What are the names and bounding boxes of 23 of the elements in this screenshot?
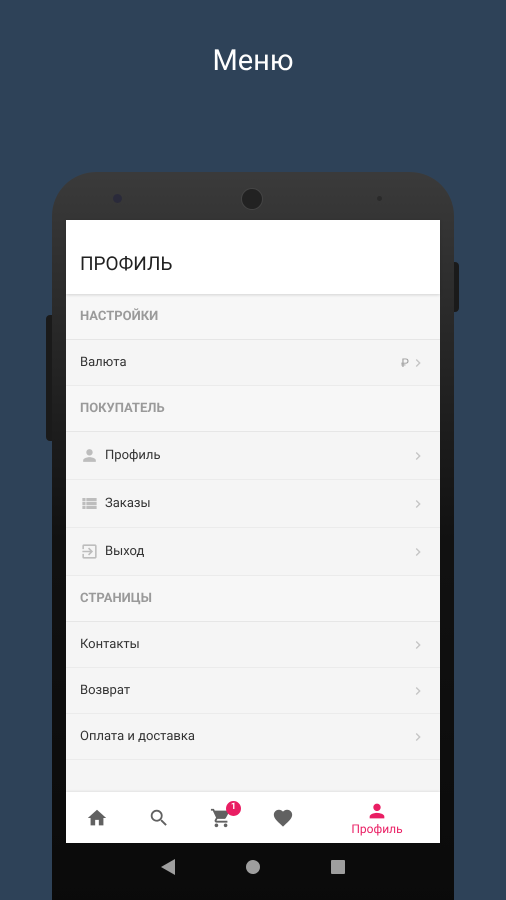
- screen-title: ПРОФИЛЬ: [80, 250, 172, 276]
- item-label: Профиль: [105, 446, 162, 465]
- item-label: Валюта: [80, 354, 128, 372]
- nav-label: Профиль: [351, 822, 403, 836]
- item-label: Возврат: [80, 682, 132, 700]
- speaker-grille: [241, 188, 263, 210]
- section-header: СТРАНИЦЫ: [80, 590, 152, 608]
- square-icon: [330, 860, 345, 874]
- home-circle-icon: [246, 860, 260, 874]
- person-icon: [80, 446, 99, 465]
- back-icon: [161, 858, 176, 874]
- section-header: НАСТРОЙКИ: [80, 307, 158, 326]
- item-label: Оплата и доставка: [80, 728, 196, 746]
- nav-tab[interactable]: Профиль: [314, 792, 440, 843]
- page-title: Меню: [212, 43, 294, 80]
- nav-tab[interactable]: 1: [190, 792, 252, 843]
- item-label: Заказы: [105, 494, 152, 513]
- section-header: ПОКУПАТЕЛЬ: [80, 400, 165, 418]
- exit-icon: [80, 542, 99, 561]
- cart-badge: 1: [226, 800, 241, 816]
- item-label: Контакты: [80, 636, 141, 654]
- item-label: Выход: [105, 542, 146, 561]
- currency-value: ₽: [401, 354, 409, 372]
